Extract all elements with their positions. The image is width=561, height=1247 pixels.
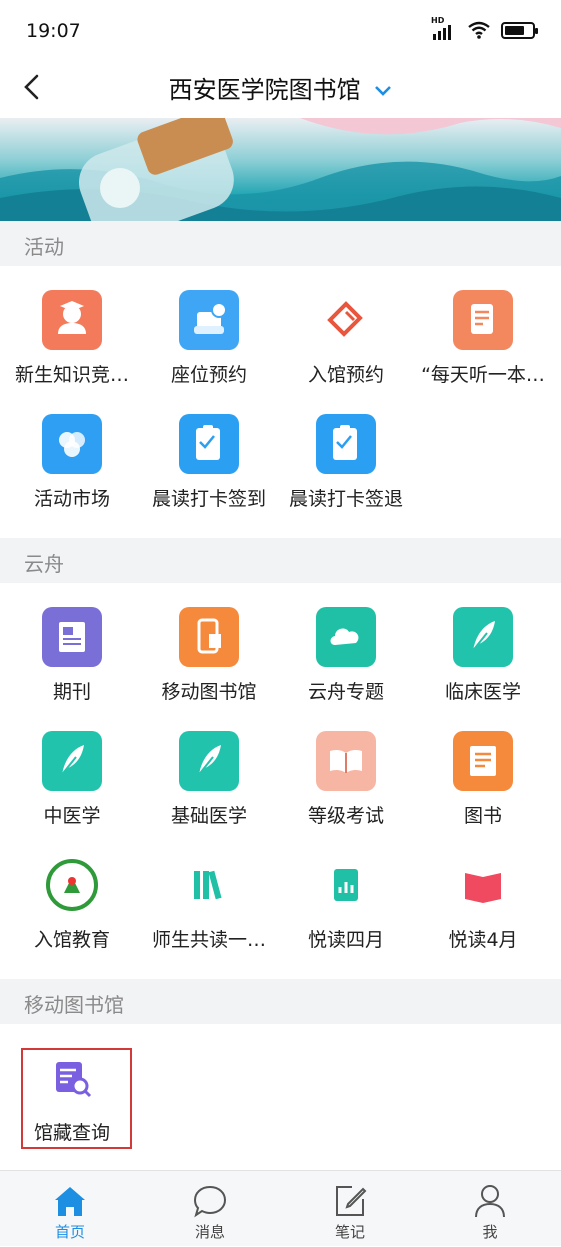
status-time: 19:07	[26, 20, 81, 42]
banner-image[interactable]	[0, 118, 561, 221]
grid-item[interactable]: 新生知识竞…	[2, 266, 142, 390]
grid-item-label: 基础医学	[170, 805, 247, 827]
book-icon	[453, 731, 513, 791]
feather-icon	[179, 731, 239, 791]
mobile-library-icon	[179, 607, 239, 667]
grid-item[interactable]: 中医学	[2, 707, 142, 831]
tab-label: 消息	[194, 1223, 225, 1241]
page-title: 西安医学院图书馆	[168, 76, 361, 104]
grid-item-label: 晨读打卡签退	[288, 488, 403, 510]
banner-illustration	[0, 118, 561, 221]
note-icon	[453, 290, 513, 350]
tab-label: 我	[482, 1223, 498, 1241]
school-emblem-icon	[42, 855, 102, 915]
circles-icon	[42, 414, 102, 474]
seat-icon	[179, 290, 239, 350]
books-shelf-icon	[179, 855, 239, 915]
grid-item[interactable]: 图书	[413, 707, 553, 831]
grid-item[interactable]: 座位预约	[139, 266, 279, 390]
nav-bar: 西安医学院图书馆	[0, 62, 561, 118]
grid-item-label: 图书	[463, 805, 502, 827]
grid-item-label: 期刊	[52, 681, 91, 703]
grid-item[interactable]: 活动市场	[2, 390, 142, 514]
bottom-tab-bar: 首页 消息 笔记 我	[0, 1170, 561, 1246]
grid-item[interactable]: 云舟专题	[276, 583, 416, 707]
grid-item-label: 新生知识竞…	[14, 364, 129, 386]
grid-item-label: 悦读4月	[448, 929, 518, 951]
highlight-box	[21, 1048, 132, 1149]
signal-icon: HD	[431, 16, 457, 40]
grid-item-label: “每天听一本…	[421, 364, 545, 386]
grid-item[interactable]: 期刊	[2, 583, 142, 707]
ticket-icon	[316, 290, 376, 350]
activities-grid: 新生知识竞… 座位预约 入馆预约 “每天听一本… 活动市场 晨读打卡签到 晨读打卡签退	[0, 266, 561, 538]
section-header-yunzhou: 云舟	[0, 538, 561, 583]
tab-notes[interactable]: 笔记	[280, 1171, 420, 1247]
yunzhou-grid: 期刊 移动图书馆 云舟专题 临床医学中医学 基础医学 等级考试 图书入馆教育 师生共读一… 悦读…	[0, 583, 561, 979]
network-type: HD	[431, 16, 445, 25]
grid-item-label: 座位预约	[170, 364, 247, 386]
grid-item-label: 活动市场	[33, 488, 110, 510]
grid-item-label: 云舟专题	[307, 681, 384, 703]
status-icons: HD	[431, 16, 538, 40]
message-icon	[193, 1185, 227, 1218]
grid-item[interactable]: 移动图书馆	[139, 583, 279, 707]
section-title: 移动图书馆	[24, 993, 124, 1017]
grid-item[interactable]: 师生共读一…	[139, 831, 279, 955]
red-book-icon	[453, 855, 513, 915]
section-title: 云舟	[24, 552, 64, 576]
tab-profile[interactable]: 我	[420, 1171, 560, 1247]
grid-item[interactable]: 晨读打卡签退	[276, 390, 416, 514]
grid-item-label: 中医学	[43, 805, 101, 827]
tab-label: 笔记	[334, 1223, 365, 1241]
section-header-mobile-library: 移动图书馆	[0, 979, 561, 1024]
grid-item-label: 悦读四月	[307, 929, 384, 951]
grid-item-label: 入馆预约	[307, 364, 384, 386]
chart-book-icon	[316, 855, 376, 915]
grid-item[interactable]: 入馆教育	[2, 831, 142, 955]
journal-icon	[42, 607, 102, 667]
clipboard-icon	[316, 414, 376, 474]
grid-item[interactable]: 入馆预约	[276, 266, 416, 390]
grid-item[interactable]: 悦读4月	[413, 831, 553, 955]
clipboard-icon	[179, 414, 239, 474]
feather-icon	[453, 607, 513, 667]
grid-item[interactable]: 等级考试	[276, 707, 416, 831]
grid-item[interactable]: 临床医学	[413, 583, 553, 707]
grid-item[interactable]: 晨读打卡签到	[139, 390, 279, 514]
grid-item-label: 晨读打卡签到	[151, 488, 266, 510]
tab-messages[interactable]: 消息	[140, 1171, 280, 1247]
grid-item-label: 入馆教育	[33, 929, 110, 951]
grid-item[interactable]: “每天听一本…	[413, 266, 553, 390]
section-header-activities: 活动	[0, 221, 561, 266]
section-title: 活动	[24, 235, 64, 259]
open-book-icon	[316, 731, 376, 791]
chevron-down-icon	[375, 86, 392, 96]
tab-label: 首页	[54, 1223, 85, 1241]
grid-item-label: 移动图书馆	[161, 681, 257, 703]
grid-item[interactable]: 基础医学	[139, 707, 279, 831]
battery-icon	[501, 21, 538, 39]
cloud-icon	[316, 607, 376, 667]
profile-icon	[475, 1185, 505, 1218]
library-selector[interactable]: 西安医学院图书馆	[0, 70, 561, 105]
wifi-icon	[468, 21, 490, 39]
home-icon	[55, 1187, 85, 1216]
grid-item-label: 师生共读一…	[151, 929, 266, 951]
feather-icon	[42, 731, 102, 791]
grid-item[interactable]: 悦读四月	[276, 831, 416, 955]
status-bar: 19:07 HD	[0, 0, 561, 62]
graduate-icon	[42, 290, 102, 350]
note-edit-icon	[336, 1186, 367, 1216]
grid-item-label: 临床医学	[444, 681, 521, 703]
tab-home[interactable]: 首页	[0, 1171, 140, 1247]
grid-item-label: 等级考试	[307, 805, 384, 827]
